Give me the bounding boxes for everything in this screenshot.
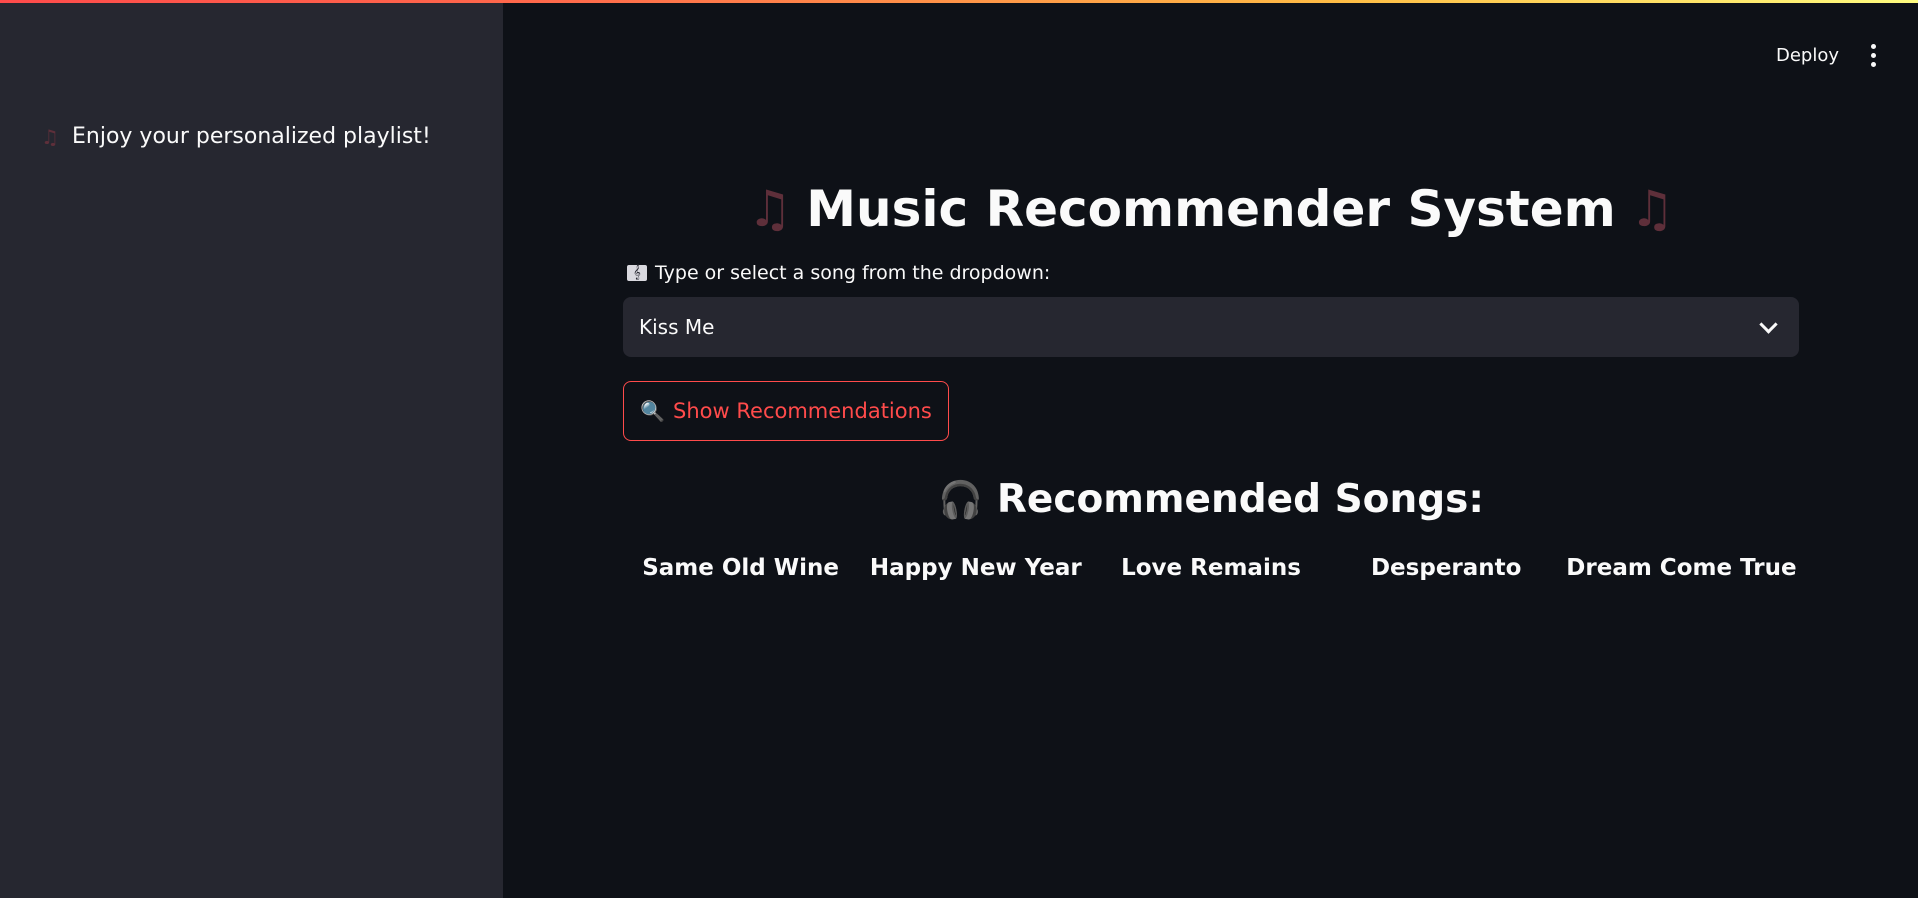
page-title-text: Music Recommender System — [806, 180, 1616, 238]
show-recommendations-button[interactable]: 🔍 Show Recommendations — [623, 381, 949, 441]
headphones-icon: 🎧 — [938, 480, 983, 521]
deploy-button[interactable]: Deploy — [1776, 45, 1839, 66]
chevron-down-icon[interactable] — [1759, 314, 1778, 334]
song-select-dropdown[interactable]: Kiss Me — [623, 297, 1799, 357]
recommended-songs-heading-text: Recommended Songs: — [996, 477, 1484, 522]
recommendations-list: Same Old Wine Happy New Year Love Remain… — [623, 555, 1799, 581]
recommended-song: Same Old Wine — [642, 555, 839, 581]
recommended-song: Dream Come True — [1566, 555, 1797, 581]
page-title: ♫ Music Recommender System ♫ — [623, 180, 1799, 238]
musical-score-icon: 𝄞 — [627, 265, 647, 281]
song-select-label: 𝄞 Type or select a song from the dropdow… — [627, 262, 1050, 284]
recommended-song: Desperanto — [1370, 555, 1522, 581]
sidebar: ♫ Enjoy your personalized playlist! — [0, 0, 503, 898]
magnifier-icon: 🔍 — [640, 399, 666, 423]
show-recommendations-label: Show Recommendations — [673, 399, 932, 423]
header-actions: Deploy — [1776, 40, 1878, 71]
song-select-label-text: Type or select a song from the dropdown: — [655, 262, 1051, 284]
recommended-songs-heading: 🎧 Recommended Songs: — [623, 477, 1799, 522]
kebab-menu-icon[interactable] — [1869, 40, 1878, 71]
sidebar-message-text: Enjoy your personalized playlist! — [72, 124, 431, 149]
musical-notes-icon: ♫ — [747, 180, 793, 238]
recommended-song: Love Remains — [1121, 555, 1301, 581]
top-decoration-bar — [0, 0, 1918, 3]
sidebar-message: ♫ Enjoy your personalized playlist! — [38, 124, 431, 149]
recommended-song: Happy New Year — [869, 555, 1082, 581]
musical-notes-icon: ♫ — [1629, 180, 1675, 238]
song-select-value: Kiss Me — [639, 315, 715, 339]
musical-notes-icon: ♫ — [41, 124, 59, 149]
